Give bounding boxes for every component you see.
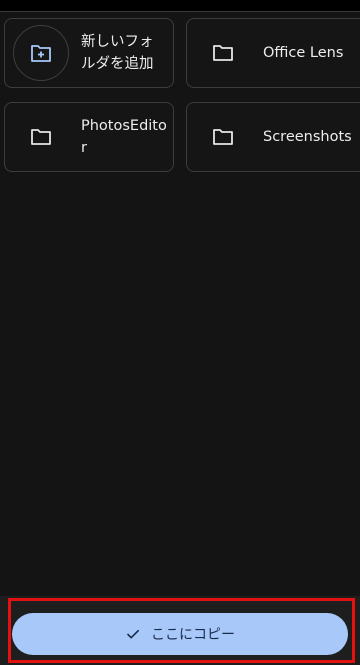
folder-icon (209, 39, 237, 67)
folder-label: 新しいフォルダを追加 (81, 34, 154, 72)
highlight-box (8, 598, 355, 663)
folder-icon (209, 123, 237, 151)
new-folder-card[interactable]: 新しいフォルダを追加 (4, 18, 174, 88)
folder-card-office-lens[interactable]: Office Lens (186, 18, 360, 88)
new-folder-icon-container (6, 18, 76, 88)
folder-card-photoseditor[interactable]: PhotosEditor (4, 102, 174, 172)
folder-label: Office Lens (263, 45, 344, 61)
folder-card-screenshots[interactable]: Screenshots (186, 102, 360, 172)
top-divider (0, 0, 360, 12)
folder-label: Screenshots (263, 129, 352, 145)
new-folder-icon (13, 25, 69, 81)
folder-icon (27, 123, 55, 151)
folder-label: PhotosEditor (81, 118, 167, 156)
